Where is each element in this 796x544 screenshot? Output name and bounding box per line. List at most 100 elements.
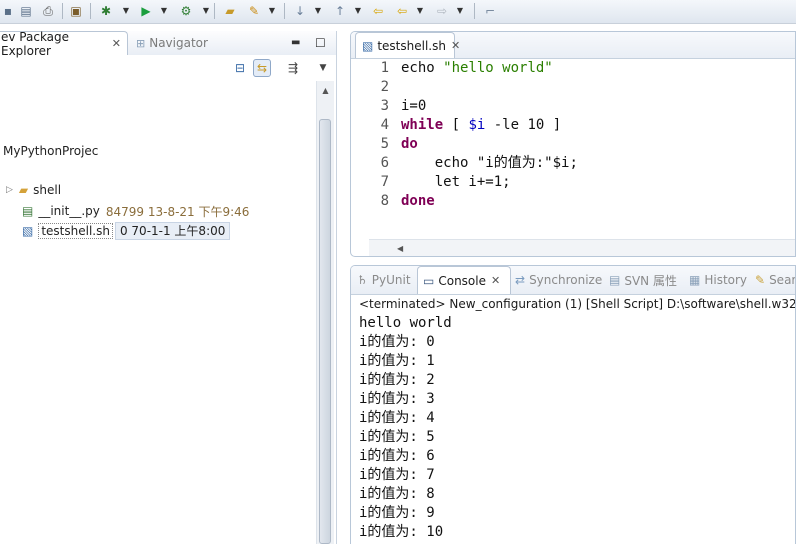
- python-file-icon: ▤: [22, 204, 34, 218]
- tab-svn-properties[interactable]: ▤ SVN 属性: [609, 266, 677, 294]
- code-text: let i+=1;: [401, 174, 511, 190]
- code-line: i=0: [401, 97, 578, 116]
- tree-item-label: testshell.sh: [38, 223, 113, 239]
- line-number: 2: [380, 79, 389, 95]
- shell-file-icon: ▧: [22, 224, 34, 238]
- code-line: let i+=1;: [401, 173, 578, 192]
- tree-item-init-py[interactable]: ▤ __init__.py 84799 13-8-21 下午9:46: [22, 202, 249, 220]
- next-annotation-icon[interactable]: ↓: [292, 3, 308, 19]
- view-dropdown-icon[interactable]: ▼: [314, 59, 332, 77]
- code-keyword: while: [401, 117, 444, 133]
- tab-console[interactable]: ▭ Console ✕: [417, 266, 511, 294]
- forward-dropdown-icon[interactable]: ▼: [456, 3, 464, 19]
- open-folder-icon[interactable]: ▰: [222, 3, 238, 19]
- file-decoration: 0 70-1-1 上午8:00: [114, 222, 231, 240]
- console-tabs: ♄ PyUnit ▭ Console ✕ ⇄ Synchronize ▤ SVN…: [351, 266, 796, 295]
- tab-synchronize[interactable]: ⇄ Synchronize: [515, 266, 602, 294]
- code-area[interactable]: echo "hello world" i=0 while [ $i -le 10…: [401, 59, 578, 211]
- debug-icon[interactable]: ✱: [98, 3, 114, 19]
- console-line: i的值为: 10: [359, 524, 444, 540]
- save-icon[interactable]: ▪: [0, 3, 16, 19]
- tab-navigator[interactable]: ⊞ Navigator: [136, 31, 208, 55]
- tab-svn-properties-label: SVN 属性: [624, 273, 677, 288]
- folder-icon: ▰: [18, 183, 29, 197]
- debug-dropdown-icon[interactable]: ▼: [122, 3, 130, 19]
- synchronize-icon: ⇄: [515, 273, 526, 287]
- line-number: 8: [380, 193, 389, 209]
- tree-item-shell[interactable]: ▷ ▰ shell: [6, 181, 61, 199]
- forward-icon[interactable]: ⇨: [434, 3, 450, 19]
- code-line: done: [401, 192, 578, 211]
- code-line: echo "i的值为:"$i;: [401, 154, 578, 173]
- pin-icon[interactable]: ⌐: [482, 3, 498, 19]
- prev-annotation-icon[interactable]: ↑: [332, 3, 348, 19]
- external-tools-dropdown-icon[interactable]: ▼: [202, 3, 210, 19]
- console-line: i的值为: 0: [359, 334, 435, 350]
- toolbar-separator: [62, 3, 63, 19]
- close-icon[interactable]: ✕: [491, 274, 500, 287]
- console-line: i的值为: 3: [359, 391, 435, 407]
- maximize-icon[interactable]: ☐: [315, 36, 326, 50]
- code-string: "i的值为:": [476, 155, 553, 171]
- back-dropdown-icon[interactable]: ▼: [416, 3, 424, 19]
- minimize-icon[interactable]: ▬: [291, 37, 300, 48]
- console-line: hello world: [359, 315, 452, 331]
- wand-dropdown-icon[interactable]: ▼: [268, 3, 276, 19]
- project-label: MyPythonProjec: [3, 144, 99, 158]
- line-number: 4: [380, 117, 389, 133]
- code-text: i=0: [401, 98, 427, 114]
- close-icon[interactable]: ✕: [112, 37, 121, 50]
- run-dropdown-icon[interactable]: ▼: [160, 3, 168, 19]
- console-output[interactable]: hello world i的值为: 0 i的值为: 1 i的值为: 2 i的值为…: [359, 314, 452, 542]
- scroll-up-icon[interactable]: ▲: [317, 83, 334, 99]
- code-keyword: done: [401, 193, 435, 209]
- next-annotation-dropdown-icon[interactable]: ▼: [314, 3, 322, 19]
- view-menu-icon[interactable]: ⇶: [284, 59, 302, 77]
- print-icon[interactable]: ⎙: [40, 3, 56, 19]
- tab-search[interactable]: ✎ Sear: [755, 266, 796, 294]
- code-text: echo: [401, 60, 444, 76]
- console-line: i的值为: 1: [359, 353, 435, 369]
- tree-project[interactable]: MyPythonProjec: [3, 142, 98, 160]
- code-variable: $i: [468, 117, 486, 133]
- project-tree: MyPythonProjec ▷ ▰ shell ▤ __init__.py 8…: [0, 83, 316, 544]
- collapse-all-icon[interactable]: ⊟: [231, 59, 249, 77]
- explorer-scrollbar[interactable]: ▲: [316, 81, 334, 544]
- tab-testshell[interactable]: ▧ testshell.sh ✕: [355, 32, 460, 58]
- package-explorer-panel: ev Package Explorer ✕ ⊞ Navigator ▬ ☐ ⊟ …: [0, 30, 337, 544]
- tab-pyunit-label: PyUnit: [371, 273, 411, 287]
- left-panel-tabs: ev Package Explorer ✕ ⊞ Navigator ▬ ☐: [0, 30, 336, 58]
- prev-annotation-dropdown-icon[interactable]: ▼: [354, 3, 362, 19]
- expand-arrow-icon[interactable]: ▷: [6, 185, 13, 195]
- tree-item-label: shell: [33, 183, 62, 197]
- link-with-editor-icon[interactable]: ⇆: [253, 59, 271, 77]
- save-all-icon[interactable]: ▤: [18, 3, 34, 19]
- console-line: i的值为: 9: [359, 505, 435, 521]
- last-edit-icon[interactable]: ⇦: [370, 3, 386, 19]
- console-line: i的值为: 8: [359, 486, 435, 502]
- tab-package-explorer[interactable]: ev Package Explorer ✕: [0, 30, 128, 58]
- editor-hscrollbar[interactable]: ◀: [369, 239, 795, 256]
- external-tools-icon[interactable]: ⚙: [178, 3, 194, 19]
- run-icon[interactable]: ▶: [138, 3, 154, 19]
- tab-search-label: Sear: [769, 273, 796, 287]
- tree-item-testshell[interactable]: ▧ testshell.sh 0 70-1-1 上午8:00: [22, 222, 231, 240]
- editor-gutter: [351, 59, 369, 239]
- close-icon[interactable]: ✕: [451, 39, 460, 52]
- console-line: i的值为: 6: [359, 448, 435, 464]
- console-line: i的值为: 5: [359, 429, 435, 445]
- scroll-left-icon[interactable]: ◀: [397, 240, 403, 256]
- tab-navigator-label: Navigator: [149, 36, 208, 50]
- explorer-toolbar: ⊟ ⇆ ⇶ ▼: [0, 57, 336, 81]
- tab-history[interactable]: ▦ History: [689, 266, 747, 294]
- tab-history-label: History: [704, 273, 748, 287]
- tab-pyunit[interactable]: ♄ PyUnit: [357, 266, 411, 294]
- back-icon[interactable]: ⇦: [394, 3, 410, 19]
- scroll-thumb[interactable]: [319, 119, 331, 544]
- line-number: 5: [380, 136, 389, 152]
- wand-icon[interactable]: ✎: [246, 3, 262, 19]
- new-package-icon[interactable]: ▣: [68, 3, 84, 19]
- line-number: 3: [380, 98, 389, 114]
- code-text: -le 10 ]: [485, 117, 562, 133]
